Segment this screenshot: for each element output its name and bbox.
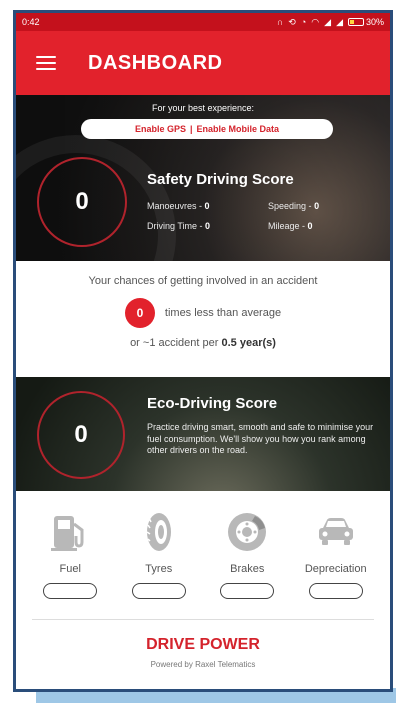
category-fuel[interactable]: Fuel xyxy=(28,509,113,599)
hamburger-menu-icon[interactable] xyxy=(36,56,56,70)
alarm-icon: ◔ xyxy=(300,16,307,27)
wifi-icon: ◠ xyxy=(311,16,320,27)
status-time: 0:42 xyxy=(22,17,40,27)
signal-icon: ◢ xyxy=(324,16,332,27)
mileage-value: 0 xyxy=(307,221,313,231)
battery-fill xyxy=(349,20,355,24)
car-icon xyxy=(313,509,359,555)
accident-rate-value: 0.5 year(s) xyxy=(221,337,276,349)
footer-divider xyxy=(32,619,374,620)
category-score-pill xyxy=(43,583,98,599)
app-toolbar: DASHBOARD xyxy=(16,31,390,95)
category-label: Depreciation xyxy=(304,563,367,575)
status-icons: ∩ ⟲ ◔ ◠ ◢ ◢ 30% xyxy=(277,17,384,27)
menu-bar xyxy=(36,56,56,58)
accident-rate-text: or ~1 accident per 0.5 year(s) xyxy=(16,337,390,349)
mileage-label: Mileage - xyxy=(268,221,306,231)
driving-time-stat: Driving Time - 0 xyxy=(147,221,210,231)
menu-bar xyxy=(36,68,56,70)
category-score-pill xyxy=(220,583,275,599)
safety-score-ring: 0 xyxy=(37,157,127,247)
brake-disc-icon xyxy=(224,509,270,555)
battery-percent: 30% xyxy=(365,17,384,27)
safety-score-card[interactable]: For your best experience: Enable GPS | E… xyxy=(16,95,390,261)
manoeuvres-value: 0 xyxy=(204,201,210,211)
experience-hint: For your best experience: xyxy=(151,103,255,113)
phone-screen: 0:42 ∩ ⟲ ◔ ◠ ◢ ◢ 30% DASHBOARD For your … xyxy=(13,10,393,692)
driving-time-label: Driving Time - xyxy=(147,221,203,231)
driving-time-value: 0 xyxy=(205,221,211,231)
status-bar: 0:42 ∩ ⟲ ◔ ◠ ◢ ◢ 30% xyxy=(16,13,390,31)
accident-chances-section: Your chances of getting involved in an a… xyxy=(16,261,390,377)
fuel-pump-icon xyxy=(47,509,93,555)
eco-score-card[interactable]: 0 Eco-Driving Score Practice driving sma… xyxy=(16,377,390,491)
enable-services-button[interactable]: Enable GPS | Enable Mobile Data xyxy=(81,119,333,139)
category-score-pill xyxy=(131,583,186,599)
signal-icon: ◢ xyxy=(336,16,343,27)
powered-by-text: Powered by Raxel Telematics xyxy=(150,660,256,669)
eco-score-ring: 0 xyxy=(37,391,125,479)
category-score-pill xyxy=(308,583,363,599)
mileage-stat: Mileage - 0 xyxy=(268,221,313,231)
speeding-value: 0 xyxy=(314,201,320,211)
menu-bar xyxy=(36,62,56,64)
battery-icon xyxy=(347,18,364,26)
enable-gps-link[interactable]: Enable GPS xyxy=(135,124,186,134)
sync-icon: ⟲ xyxy=(288,16,296,27)
category-depreciation[interactable]: Depreciation xyxy=(293,509,378,599)
accident-rate-prefix: or ~1 accident per xyxy=(130,337,219,349)
accident-chances-text: Your chances of getting involved in an a… xyxy=(88,275,318,287)
accident-times-badge: 0 xyxy=(124,298,155,328)
manoeuvres-stat: Manoeuvres - 0 xyxy=(147,201,210,211)
battery-indicator: 30% xyxy=(347,17,384,27)
category-label: Brakes xyxy=(230,563,265,575)
eco-score-value: 0 xyxy=(74,421,88,448)
tyre-icon xyxy=(136,509,182,555)
safety-score-value: 0 xyxy=(75,188,89,215)
manoeuvres-label: Manoeuvres - xyxy=(147,201,203,211)
category-brakes[interactable]: Brakes xyxy=(205,509,290,599)
category-tyres[interactable]: Tyres xyxy=(116,509,201,599)
accident-times-row: 0 times less than average xyxy=(16,298,390,328)
speeding-label: Speeding - xyxy=(268,201,312,211)
category-label: Tyres xyxy=(145,563,173,575)
eco-score-title: Eco-Driving Score xyxy=(147,395,278,412)
enable-separator: | xyxy=(189,124,193,134)
category-label: Fuel xyxy=(59,563,81,575)
brand-name: DRIVE POWER xyxy=(146,636,260,653)
safety-score-title: Safety Driving Score xyxy=(147,171,294,188)
headphones-icon: ∩ xyxy=(276,16,284,27)
category-row: Fuel Tyres Brakes Depreciation xyxy=(16,491,390,599)
eco-score-description: Practice driving smart, smooth and safe … xyxy=(147,422,374,456)
enable-mobile-data-link[interactable]: Enable Mobile Data xyxy=(197,124,280,134)
page-title: DASHBOARD xyxy=(88,51,223,74)
accident-times-text: times less than average xyxy=(164,307,282,319)
speeding-stat: Speeding - 0 xyxy=(268,201,319,211)
